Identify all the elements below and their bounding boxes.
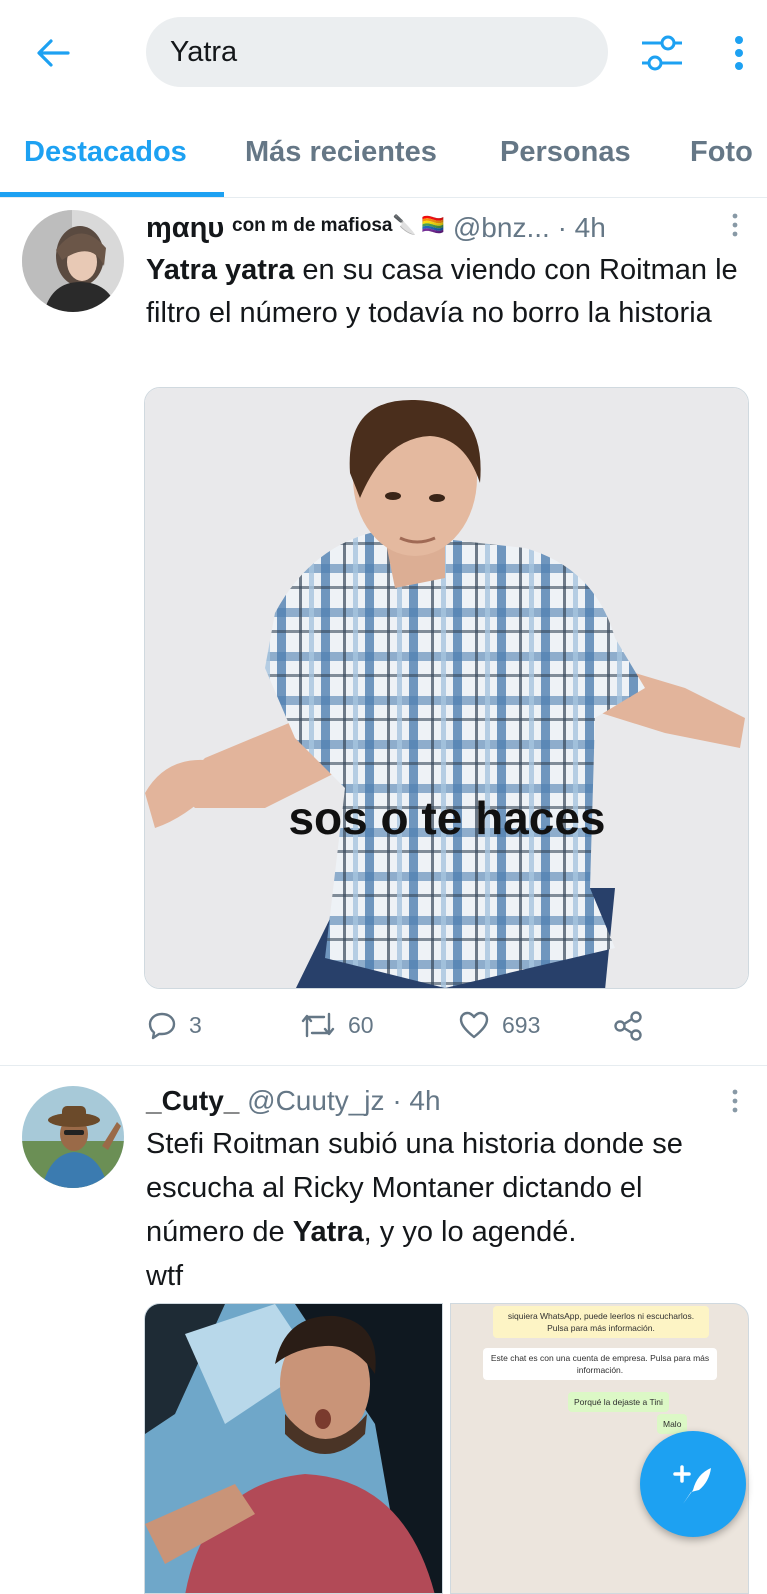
- tweet-body-last: wtf: [146, 1260, 184, 1292]
- chat-message: Este chat es con una cuenta de empresa. …: [483, 1348, 717, 1380]
- heart-icon: [459, 1011, 489, 1039]
- avatar[interactable]: [22, 1086, 124, 1188]
- reply-button[interactable]: 3: [147, 1010, 202, 1040]
- search-field[interactable]: [146, 17, 608, 87]
- share-button[interactable]: [612, 1010, 644, 1042]
- tweet-image-1[interactable]: [144, 1303, 443, 1594]
- retweet-icon: [301, 1012, 335, 1038]
- tweet-text: Stefi Roitman subió una historia donde s…: [146, 1122, 746, 1298]
- tab-fotos[interactable]: Foto: [690, 136, 753, 169]
- like-button[interactable]: 693: [458, 1010, 540, 1040]
- retweet-count: 60: [348, 1011, 374, 1038]
- chat-message: Porqué la dejaste a Tini: [568, 1392, 669, 1412]
- back-button[interactable]: [28, 28, 78, 78]
- compose-tweet-button[interactable]: [640, 1431, 746, 1537]
- more-vertical-icon: [732, 1089, 738, 1113]
- tweet-time: · 4h: [392, 1085, 441, 1116]
- overflow-menu-button[interactable]: [724, 30, 754, 76]
- tweet-header: ɱαɳυ con m de mafiosa🔪 🏳️‍🌈 @bnz... · 4h: [146, 212, 606, 245]
- share-icon: [614, 1011, 642, 1041]
- tab-personas[interactable]: Personas: [500, 136, 631, 169]
- display-name[interactable]: ɱαɳυ: [146, 212, 224, 244]
- highlight-term: Yatra: [292, 1216, 364, 1248]
- user-handle[interactable]: @bnz...: [453, 212, 550, 243]
- search-filter-button[interactable]: [637, 30, 687, 76]
- user-handle[interactable]: @Cuuty_jz: [247, 1085, 384, 1116]
- feather-plus-icon: [673, 1465, 711, 1504]
- tweet-body-end: , y yo lo agendé.: [363, 1216, 577, 1248]
- active-tab-indicator: [0, 192, 224, 197]
- display-name-suffix: con m de mafiosa🔪 🏳️‍🌈: [232, 215, 446, 236]
- tweet-menu-button[interactable]: [725, 210, 745, 240]
- tweet-menu-button[interactable]: [725, 1086, 745, 1116]
- tweet-time: · 4h: [557, 212, 606, 243]
- more-vertical-icon: [732, 213, 738, 237]
- search-tabs: Destacados Más recientes Personas Foto: [0, 110, 767, 198]
- top-bar: [0, 0, 767, 110]
- tweet-text: Yatra yatra en su casa viendo con Roitma…: [146, 249, 746, 335]
- like-count: 693: [502, 1011, 541, 1038]
- meme-image: sos o te haces: [145, 388, 748, 988]
- meme-caption: sos o te haces: [288, 792, 605, 844]
- retweet-button[interactable]: 60: [300, 1010, 374, 1040]
- tweet-image[interactable]: sos o te haces: [144, 387, 749, 989]
- reply-count: 3: [189, 1011, 202, 1038]
- tab-destacados[interactable]: Destacados: [24, 136, 187, 169]
- tab-mas-recientes[interactable]: Más recientes: [245, 136, 437, 169]
- search-input[interactable]: [170, 35, 608, 69]
- arrow-left-icon: [37, 39, 70, 67]
- tweet[interactable]: ɱαɳυ con m de mafiosa🔪 🏳️‍🌈 @bnz... · 4h…: [0, 198, 767, 1066]
- sliders-icon: [642, 35, 682, 71]
- reply-icon: [148, 1012, 176, 1040]
- avatar[interactable]: [22, 210, 124, 312]
- more-vertical-icon: [735, 36, 743, 70]
- tweet-header: _Cuty_ @Cuuty_jz · 4h: [146, 1085, 441, 1117]
- highlight-term: Yatra yatra: [146, 254, 295, 286]
- chat-message: siquiera WhatsApp, puede leerlos ni escu…: [493, 1306, 709, 1338]
- display-name[interactable]: _Cuty_: [146, 1085, 239, 1116]
